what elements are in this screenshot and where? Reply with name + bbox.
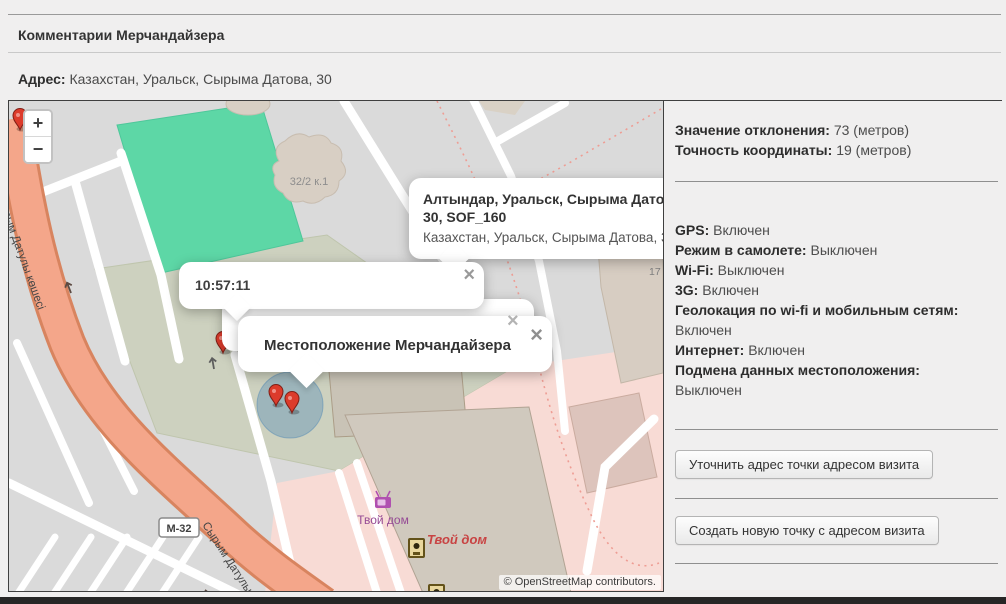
status-row-airplane: Режим в самолете: Выключен [675,242,878,258]
vending-icon [408,538,425,558]
address-row: Адрес: Казахстан, Уральск, Сырыма Датова… [8,53,1001,99]
map-zoom-control: + − [23,109,53,164]
status-row-wifi: Wi-Fi: Выключен [675,262,785,278]
status-row-mock-location: Подмена данных местоположения: Выключен [675,362,920,398]
deviation-label: Значение отклонения: [675,122,830,138]
popup-location-label: Местоположение Мерчандайзера [264,337,511,354]
popup-time-label: 10:57:11 [195,277,251,293]
status-row-internet: Интернет: Включен [675,342,805,358]
openstreetmap-link[interactable]: OpenStreetMap [515,576,593,588]
device-status-section: GPS: Включен Режим в самолете: Выключен … [675,182,998,430]
popup-location: Местоположение Мерчандайзера × [238,316,552,389]
info-panel: Значение отклонения: 73 (метров) Точност… [664,100,1002,592]
attribution-suffix: contributors. [592,576,656,588]
deviation-row: Значение отклонения: 73 (метров) [675,120,998,140]
popup-poi: Алтындар, Уральск, Сырыма Датова, 30, SO… [409,178,664,274]
deviation-value: 73 (метров) [833,122,909,138]
create-point-button[interactable]: Создать новую точку с адресом визита [675,516,939,545]
popup-poi-body: Казахстан, Уральск, Сырыма Датова, 30 [423,230,664,245]
popup-poi-title: Алтындар, Уральск, Сырыма Датова, 30, SO… [423,191,664,225]
popup-time: 10:57:11 × [179,262,484,322]
accuracy-label: Точность координаты: [675,142,833,158]
close-icon[interactable]: × [530,324,543,346]
road-shield-label: М-32 [166,523,191,535]
building-name-label: Твой дом [427,532,487,547]
attribution-prefix: © [503,576,515,588]
section-header: Комментарии Мерчандайзера [8,15,1001,53]
map-attribution: © OpenStreetMap contributors. [498,575,661,590]
status-row-gps: GPS: Включен [675,222,770,238]
hidden-popup-close-icon[interactable]: × [507,310,519,333]
map[interactable]: М-32 Сырым Датулы көшесі Сырым Датулы кө… [8,100,664,592]
address-value: Казахстан, Уральск, Сырыма Датова, 30 [69,71,332,87]
refine-address-button[interactable]: Уточнить адрес точки адресом визита [675,450,934,479]
address-line: Адрес: Казахстан, Уральск, Сырыма Датова… [8,53,1001,87]
shop-label: Твой дом [357,513,409,527]
address-label: Адрес: [18,71,66,87]
deviation-section: Значение отклонения: 73 (метров) Точност… [675,101,998,182]
status-row-3g: 3G: Включен [675,282,760,298]
refine-address-section: Уточнить адрес точки адресом визита [675,430,998,499]
status-row-geolocation: Геолокация по wi-fi и мобильным сетям: В… [675,302,959,338]
map-building-blob [272,133,346,204]
vending-icon-2 [428,584,445,591]
building-label-32-2: 32/2 к.1 [290,176,328,188]
accuracy-row: Точность координаты: 19 (метров) [675,140,998,160]
merchandiser-comments-page: Комментарии Мерчандайзера Адрес: Казахст… [0,0,1006,604]
building-label-17: 17 [649,266,661,278]
zoom-out-button[interactable]: − [25,137,51,162]
accuracy-value: 19 (метров) [836,142,912,158]
zoom-in-button[interactable]: + [25,111,51,137]
close-icon[interactable]: × [463,265,475,285]
bottom-bar [0,597,1006,604]
page-title: Комментарии Мерчандайзера [18,27,225,43]
create-point-section: Создать новую точку с адресом визита [675,499,998,564]
